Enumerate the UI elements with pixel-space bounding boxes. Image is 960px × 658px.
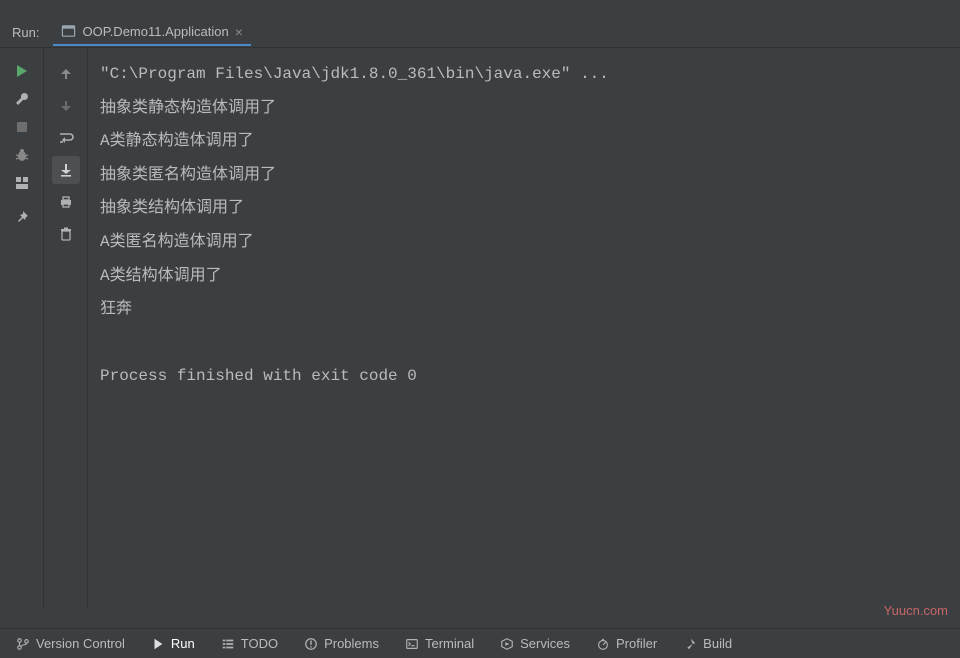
console-line: A类匿名构造体调用了 — [100, 233, 254, 251]
stop-button[interactable] — [9, 114, 35, 140]
clear-all-button[interactable] — [52, 220, 80, 248]
console-line: 抽象类结构体调用了 — [100, 199, 244, 217]
debug-bug-button[interactable] — [9, 142, 35, 168]
hammer-icon — [683, 637, 697, 651]
profiler-tab[interactable]: Profiler — [586, 632, 667, 655]
version-control-label: Version Control — [36, 636, 125, 651]
scroll-to-end-button[interactable] — [52, 156, 80, 184]
version-control-tab[interactable]: Version Control — [6, 632, 135, 655]
watermark: Yuucn.com — [884, 603, 948, 618]
layout-button[interactable] — [9, 170, 35, 196]
problems-icon — [304, 637, 318, 651]
problems-tab[interactable]: Problems — [294, 632, 389, 655]
run-config-icon — [61, 24, 76, 39]
close-tab-icon[interactable]: × — [235, 24, 243, 40]
up-arrow-button[interactable] — [52, 60, 80, 88]
build-label: Build — [703, 636, 732, 651]
services-icon — [500, 637, 514, 651]
bottom-tool-bar: Version Control Run TODO Problems Termin… — [0, 628, 960, 658]
todo-tab[interactable]: TODO — [211, 632, 288, 655]
console-output[interactable]: "C:\Program Files\Java\jdk1.8.0_361\bin\… — [88, 48, 960, 608]
down-arrow-button[interactable] — [52, 92, 80, 120]
console-line: A类静态构造体调用了 — [100, 132, 254, 150]
pin-button[interactable] — [9, 204, 35, 230]
profiler-icon — [596, 637, 610, 651]
services-label: Services — [520, 636, 570, 651]
console-action-gutter — [44, 48, 88, 608]
run-tab-title: OOP.Demo11.Application — [82, 24, 228, 39]
rerun-button[interactable] — [9, 58, 35, 84]
run-action-gutter — [0, 48, 44, 608]
console-line: 抽象类匿名构造体调用了 — [100, 166, 276, 184]
todo-icon — [221, 637, 235, 651]
terminal-label: Terminal — [425, 636, 474, 651]
console-line: 狂奔 — [100, 300, 132, 318]
build-tab[interactable]: Build — [673, 632, 742, 655]
branch-icon — [16, 637, 30, 651]
console-exit-line: Process finished with exit code 0 — [100, 367, 417, 385]
terminal-tab[interactable]: Terminal — [395, 632, 484, 655]
run-footer-label: Run — [171, 636, 195, 651]
terminal-icon — [405, 637, 419, 651]
todo-label: TODO — [241, 636, 278, 651]
console-command: "C:\Program Files\Java\jdk1.8.0_361\bin\… — [100, 65, 609, 83]
run-label: Run: — [6, 25, 45, 40]
services-tab[interactable]: Services — [490, 632, 580, 655]
problems-label: Problems — [324, 636, 379, 651]
run-tab[interactable]: OOP.Demo11.Application × — [53, 20, 250, 46]
run-tool-header: Run: OOP.Demo11.Application × — [0, 18, 960, 48]
console-line: 抽象类静态构造体调用了 — [100, 99, 276, 117]
console-line: A类结构体调用了 — [100, 267, 222, 285]
print-button[interactable] — [52, 188, 80, 216]
soft-wrap-button[interactable] — [52, 124, 80, 152]
wrench-button[interactable] — [9, 86, 35, 112]
profiler-label: Profiler — [616, 636, 657, 651]
run-tab-footer[interactable]: Run — [141, 632, 205, 655]
play-icon — [151, 637, 165, 651]
